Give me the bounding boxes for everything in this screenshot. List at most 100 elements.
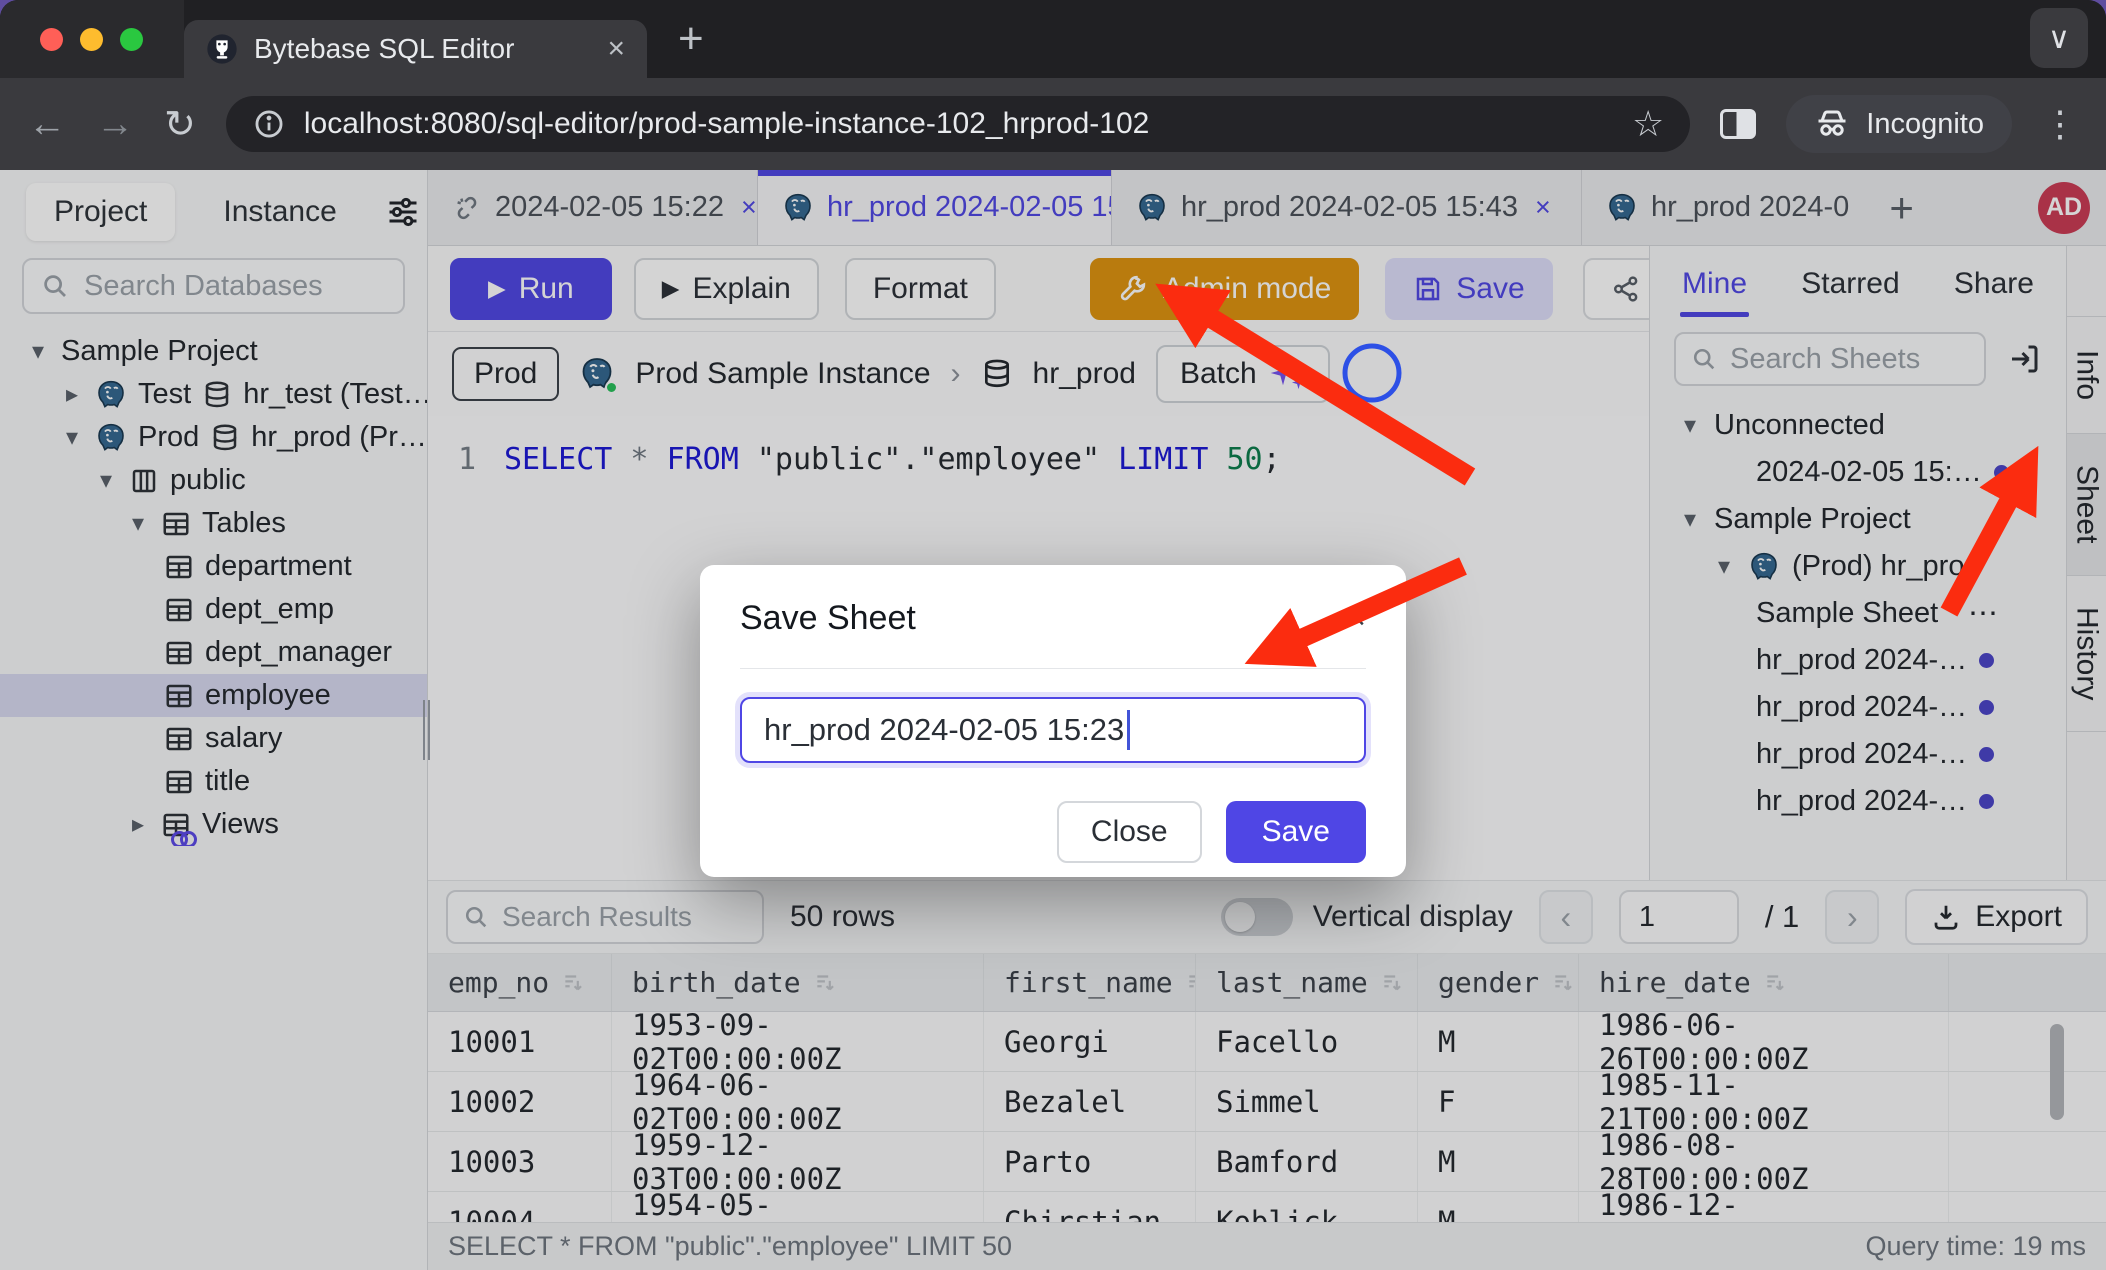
save-button[interactable]: Save (1385, 258, 1552, 320)
tab-search-button[interactable]: ∨ (2030, 8, 2088, 68)
column-header[interactable]: birth_date (612, 954, 984, 1011)
browser-tab[interactable]: Bytebase SQL Editor × (184, 20, 647, 78)
tree-item-table-dept-emp[interactable]: dept_emp (0, 588, 427, 631)
tree-item-table-salary[interactable]: salary (0, 717, 427, 760)
browser-menu-icon[interactable]: ⋮ (2042, 103, 2078, 145)
tree-item-schema-public[interactable]: ▾ public (0, 459, 427, 502)
table-row[interactable]: 100031959-12-03T00:00:00ZPartoBamfordM19… (428, 1132, 2106, 1192)
sheet-item[interactable]: hr_prod 2024-… (1650, 637, 2066, 684)
tab-share[interactable]: Share (1954, 267, 2034, 301)
tree-item-project[interactable]: ▾ Sample Project (0, 330, 427, 373)
tree-item-table-department[interactable]: department (0, 545, 427, 588)
back-icon[interactable]: ← (28, 103, 66, 146)
new-tab-button[interactable]: + (678, 14, 704, 64)
caret-right-icon[interactable]: ▸ (126, 810, 150, 839)
filter-sliders-icon[interactable] (385, 194, 421, 230)
sheet-item[interactable]: hr_prod 2024-… (1650, 684, 2066, 731)
rail-tab-sheet[interactable]: Sheet (2067, 434, 2106, 576)
tree-item-table-dept-manager[interactable]: dept_manager (0, 631, 427, 674)
side-panel-icon[interactable] (1720, 109, 1756, 139)
caret-down-icon[interactable]: ▾ (94, 466, 118, 495)
sort-icon[interactable] (561, 970, 587, 996)
tree-item-views-group[interactable]: ▸ Views (0, 803, 427, 846)
page-number-input[interactable] (1619, 890, 1739, 944)
caret-down-icon[interactable]: ▾ (1678, 411, 1702, 440)
next-page-button[interactable]: › (1825, 890, 1879, 944)
close-window-button[interactable] (40, 28, 63, 51)
column-header[interactable]: gender (1418, 954, 1579, 1011)
caret-down-icon[interactable]: ▾ (26, 337, 50, 366)
sheet-search-input[interactable] (1730, 343, 1970, 376)
sheet-search[interactable] (1674, 332, 1986, 386)
sheet-item[interactable]: hr_prod 2024-… (1650, 731, 2066, 778)
tab-mine[interactable]: Mine (1682, 267, 1747, 301)
minimize-window-button[interactable] (80, 28, 103, 51)
url-bar[interactable]: localhost:8080/sql-editor/prod-sample-in… (226, 96, 1690, 152)
sheet-group-connection[interactable]: ▾ (Prod) hr_prod (1650, 543, 2066, 590)
sort-icon[interactable] (1380, 970, 1406, 996)
tab-instance[interactable]: Instance (223, 195, 336, 229)
database-search-input[interactable] (84, 270, 387, 303)
sort-icon[interactable] (1551, 970, 1577, 996)
results-table[interactable]: emp_no birth_date first_name last_name g… (428, 953, 2106, 1222)
environment-chip[interactable]: Prod (452, 347, 559, 401)
explain-button[interactable]: ▶ Explain (634, 258, 819, 320)
sheet-group-unconnected[interactable]: ▾ Unconnected (1650, 402, 2066, 449)
table-row[interactable]: 100041954-05-01T00:00:00ZChirstianKoblic… (428, 1192, 2106, 1222)
close-sheet-tab-icon[interactable]: × (1535, 192, 1551, 223)
table-row[interactable]: 100021964-06-02T00:00:00ZBezalelSimmelF1… (428, 1072, 2106, 1132)
forward-icon[interactable]: → (96, 103, 134, 146)
reload-icon[interactable]: ↻ (164, 102, 196, 147)
close-modal-icon[interactable]: × (1346, 599, 1366, 638)
sidebar-resize-handle[interactable] (423, 700, 430, 760)
instance-name[interactable]: Prod Sample Instance (635, 357, 930, 391)
table-row[interactable]: 100011953-09-02T00:00:00ZGeorgiFacelloM1… (428, 1012, 2106, 1072)
column-header[interactable]: last_name (1196, 954, 1418, 1011)
table-scrollbar[interactable] (2050, 1024, 2064, 1120)
sheet-group-project[interactable]: ▾ Sample Project (1650, 496, 2066, 543)
column-header[interactable]: emp_no (428, 954, 612, 1011)
export-button[interactable]: Export (1905, 889, 2088, 945)
column-header[interactable]: first_name (984, 954, 1196, 1011)
tree-item-prod-db[interactable]: ▾ Prod hr_prod (Pr… (0, 416, 427, 459)
sheet-tab-3[interactable]: hr_prod 2024-02-05 15:43 × (1112, 170, 1582, 245)
rail-tab-info[interactable]: Info (2067, 316, 2106, 434)
caret-down-icon[interactable]: ▾ (60, 423, 84, 452)
collapse-panel-icon[interactable] (2006, 341, 2042, 377)
tree-item-tables-group[interactable]: ▾ Tables (0, 502, 427, 545)
site-info-icon[interactable] (252, 107, 286, 141)
more-options-icon[interactable]: ⋯ (1968, 596, 2000, 631)
tab-starred[interactable]: Starred (1801, 267, 1899, 301)
format-button[interactable]: Format (845, 258, 996, 320)
caret-right-icon[interactable]: ▸ (60, 380, 84, 409)
sheet-item[interactable]: hr_prod 2024-… (1650, 778, 2066, 825)
vertical-display-toggle[interactable] (1221, 898, 1293, 936)
sheet-tab-1[interactable]: 2024-02-05 15:22 × (428, 170, 758, 245)
batch-button[interactable]: Batch (1156, 345, 1330, 403)
database-name[interactable]: hr_prod (1033, 357, 1136, 391)
column-header[interactable]: hire_date (1579, 954, 1949, 1011)
admin-mode-button[interactable]: Admin mode (1090, 258, 1359, 320)
sort-icon[interactable] (813, 970, 839, 996)
sort-icon[interactable] (1185, 970, 1196, 996)
sheet-item-sample[interactable]: Sample Sheet ⋯ (1650, 590, 2066, 637)
user-avatar[interactable]: AD (2038, 182, 2090, 234)
sheet-item[interactable]: 2024-02-05 15:… (1650, 449, 2066, 496)
add-sheet-tab-button[interactable]: + (1873, 170, 1930, 245)
tree-item-table-employee[interactable]: employee (0, 674, 427, 717)
database-search[interactable] (22, 258, 405, 314)
results-search[interactable] (446, 890, 764, 944)
bookmark-star-icon[interactable]: ☆ (1632, 103, 1664, 145)
results-search-input[interactable] (502, 901, 748, 933)
caret-down-icon[interactable]: ▾ (1712, 552, 1736, 581)
modal-save-button[interactable]: Save (1226, 801, 1366, 863)
close-sheet-tab-icon[interactable]: × (741, 192, 757, 223)
sheet-tab-2-active[interactable]: hr_prod 2024-02-05 15:23 (758, 170, 1112, 245)
tree-item-table-title[interactable]: title (0, 760, 427, 803)
tree-item-test-db[interactable]: ▸ Test hr_test (Test… (0, 373, 427, 416)
macos-traffic-lights[interactable] (40, 28, 143, 51)
sort-icon[interactable] (1763, 970, 1789, 996)
caret-down-icon[interactable]: ▾ (126, 509, 150, 538)
tab-project[interactable]: Project (26, 183, 175, 241)
url-text[interactable]: localhost:8080/sql-editor/prod-sample-in… (304, 107, 1614, 141)
